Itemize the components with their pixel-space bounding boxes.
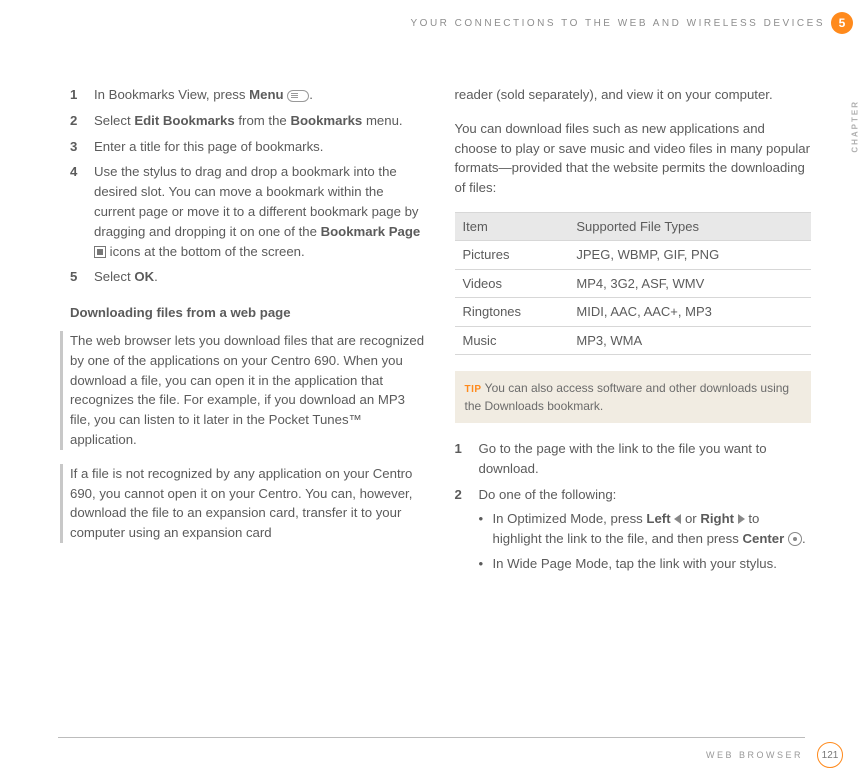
text: In Optimized Mode, press: [493, 511, 647, 526]
table-row: Ringtones MIDI, AAC, AAC+, MP3: [455, 298, 812, 327]
chapter-number-badge: 5: [831, 12, 853, 34]
center-button-icon: [788, 532, 802, 546]
text: .: [802, 531, 806, 546]
bold: OK: [134, 269, 154, 284]
text: In Bookmarks View, press: [94, 87, 249, 102]
running-header: YOUR CONNECTIONS TO THE WEB AND WIRELESS…: [0, 18, 825, 29]
cell: JPEG, WBMP, GIF, PNG: [568, 241, 811, 270]
step-1: Go to the page with the link to the file…: [455, 439, 812, 479]
col-types: Supported File Types: [568, 212, 811, 241]
cell: Music: [455, 326, 569, 355]
cell: Videos: [455, 269, 569, 298]
tip-box: TIP You can also access software and oth…: [455, 371, 812, 423]
text: icons at the bottom of the screen.: [106, 244, 305, 259]
text: Do one of the following:: [479, 487, 617, 502]
bullet-wide-page-mode: In Wide Page Mode, tap the link with you…: [479, 554, 812, 574]
text: .: [154, 269, 158, 284]
step-4: Use the stylus to drag and drop a bookma…: [70, 162, 427, 261]
paragraph-download-intro: The web browser lets you download files …: [60, 331, 427, 450]
table-row: Videos MP4, 3G2, ASF, WMV: [455, 269, 812, 298]
steps-edit-bookmarks: In Bookmarks View, press Menu . Select E…: [70, 85, 427, 287]
text: Select: [94, 113, 134, 128]
cell: MP3, WMA: [568, 326, 811, 355]
text: from the: [235, 113, 291, 128]
table-header-row: Item Supported File Types: [455, 212, 812, 241]
bold: Right: [700, 511, 734, 526]
right-column: reader (sold separately), and view it on…: [455, 85, 812, 712]
paragraph-download-formats: You can download files such as new appli…: [455, 119, 812, 198]
cell: MIDI, AAC, AAC+, MP3: [568, 298, 811, 327]
bookmark-page-icon: [94, 246, 106, 258]
cell: MP4, 3G2, ASF, WMV: [568, 269, 811, 298]
right-arrow-icon: [738, 514, 745, 524]
bold: Left: [646, 511, 670, 526]
bold: Edit Bookmarks: [134, 113, 234, 128]
page-content: In Bookmarks View, press Menu . Select E…: [70, 85, 811, 712]
footer-rule: [58, 737, 805, 738]
subheading-downloading: Downloading files from a web page: [70, 303, 427, 323]
bold: Bookmark Page: [321, 224, 421, 239]
text: Select: [94, 269, 134, 284]
cell: Pictures: [455, 241, 569, 270]
supported-file-types-table: Item Supported File Types Pictures JPEG,…: [455, 212, 812, 356]
text: menu.: [362, 113, 402, 128]
paragraph-download-unrecognized: If a file is not recognized by any appli…: [60, 464, 427, 543]
step-2: Select Edit Bookmarks from the Bookmarks…: [70, 111, 427, 131]
step-1: In Bookmarks View, press Menu .: [70, 85, 427, 105]
chapter-label: CHAPTER: [851, 100, 860, 153]
footer-section-label: WEB BROWSER: [706, 750, 803, 760]
menu-icon: [287, 90, 309, 102]
bold: Center: [743, 531, 785, 546]
bold: Bookmarks: [290, 113, 362, 128]
table-row: Pictures JPEG, WBMP, GIF, PNG: [455, 241, 812, 270]
tip-label: TIP: [465, 384, 482, 395]
text: or: [681, 511, 700, 526]
steps-download: Go to the page with the link to the file…: [455, 439, 812, 574]
paragraph-reader-continuation: reader (sold separately), and view it on…: [455, 85, 812, 105]
step-3: Enter a title for this page of bookmarks…: [70, 137, 427, 157]
bold: Menu: [249, 87, 283, 102]
cell: Ringtones: [455, 298, 569, 327]
step-5: Select OK.: [70, 267, 427, 287]
table-row: Music MP3, WMA: [455, 326, 812, 355]
page-number-badge: 121: [817, 742, 843, 768]
col-item: Item: [455, 212, 569, 241]
sub-bullets: In Optimized Mode, press Left or Right t…: [479, 509, 812, 574]
left-column: In Bookmarks View, press Menu . Select E…: [70, 85, 427, 712]
bullet-optimized-mode: In Optimized Mode, press Left or Right t…: [479, 509, 812, 549]
text: .: [309, 87, 313, 102]
tip-text: You can also access software and other d…: [465, 381, 790, 413]
step-2: Do one of the following: In Optimized Mo…: [455, 485, 812, 574]
